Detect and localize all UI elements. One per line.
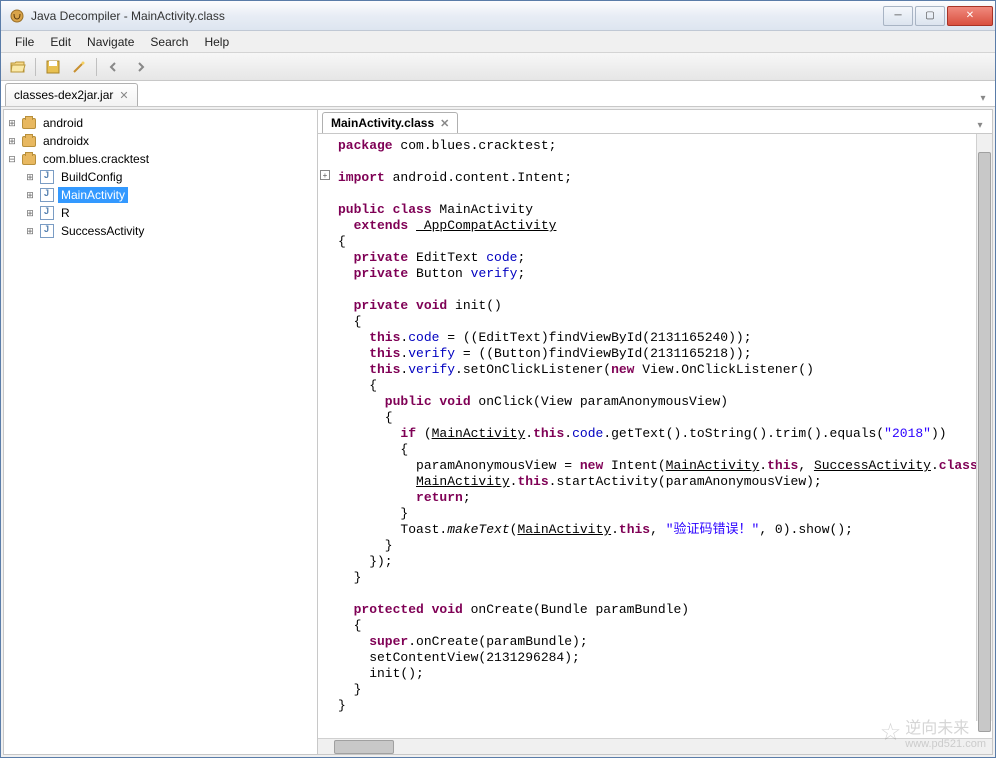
class-icon <box>39 205 55 221</box>
toolbar-separator <box>35 58 36 76</box>
package-icon <box>21 115 37 131</box>
class-icon <box>39 169 55 185</box>
tab-menu-icon[interactable]: ▾ <box>975 90 991 106</box>
code-tab[interactable]: MainActivity.class ✕ <box>322 112 458 133</box>
jar-tab-label: classes-dex2jar.jar <box>14 88 113 102</box>
jar-tab[interactable]: classes-dex2jar.jar ✕ <box>5 83 138 106</box>
jar-tabstrip: classes-dex2jar.jar ✕ ▾ <box>1 81 995 107</box>
code-tab-label: MainActivity.class <box>331 116 434 130</box>
code-content: package com.blues.cracktest; import andr… <box>318 134 992 718</box>
maximize-button[interactable]: ▢ <box>915 6 945 26</box>
content-area: ⊞ android ⊞ androidx ⊟ com.blues.crackte… <box>3 109 993 755</box>
expand-icon[interactable]: ⊞ <box>24 226 36 237</box>
tree-label: SuccessActivity <box>58 223 147 239</box>
expand-icon[interactable]: ⊞ <box>24 190 36 201</box>
toolbar-separator <box>96 58 97 76</box>
package-icon <box>21 151 37 167</box>
titlebar: Java Decompiler - MainActivity.class ─ ▢… <box>1 1 995 31</box>
tree-node-androidx[interactable]: ⊞ androidx <box>6 132 315 150</box>
menubar: File Edit Navigate Search Help <box>1 31 995 53</box>
window-title: Java Decompiler - MainActivity.class <box>31 9 881 23</box>
tree-node-android[interactable]: ⊞ android <box>6 114 315 132</box>
class-icon <box>39 223 55 239</box>
expand-icon[interactable]: ⊞ <box>6 136 18 147</box>
menu-edit[interactable]: Edit <box>42 33 79 51</box>
tree-label: com.blues.cracktest <box>40 151 152 167</box>
tree-node-mainactivity[interactable]: ⊞ MainActivity <box>24 186 315 204</box>
tree-node-r[interactable]: ⊞ R <box>24 204 315 222</box>
menu-navigate[interactable]: Navigate <box>79 33 142 51</box>
expand-icon[interactable]: ⊞ <box>24 172 36 183</box>
code-panel: MainActivity.class ✕ ▾ + package com.blu… <box>318 110 992 754</box>
horizontal-scrollbar[interactable] <box>318 738 992 754</box>
app-icon <box>9 8 25 24</box>
forward-button[interactable] <box>129 56 151 78</box>
collapse-icon[interactable]: ⊟ <box>6 154 18 165</box>
menu-file[interactable]: File <box>7 33 42 51</box>
save-button[interactable] <box>42 56 64 78</box>
tree-node-app-package[interactable]: ⊟ com.blues.cracktest <box>6 150 315 168</box>
back-button[interactable] <box>103 56 125 78</box>
package-icon <box>21 133 37 149</box>
tree-label: BuildConfig <box>58 169 125 185</box>
close-icon[interactable]: ✕ <box>440 117 449 130</box>
source-viewer[interactable]: + package com.blues.cracktest; import an… <box>318 134 992 738</box>
class-icon <box>39 187 55 203</box>
expand-icon[interactable]: ⊞ <box>6 118 18 129</box>
tree-label: android <box>40 115 86 131</box>
open-file-button[interactable] <box>7 56 29 78</box>
menu-search[interactable]: Search <box>142 33 196 51</box>
close-icon[interactable]: ✕ <box>119 89 128 102</box>
tree-label: R <box>58 205 73 221</box>
window-controls: ─ ▢ ✕ <box>881 6 993 26</box>
tree-label: androidx <box>40 133 92 149</box>
vertical-scrollbar[interactable] <box>976 134 992 721</box>
package-tree[interactable]: ⊞ android ⊞ androidx ⊟ com.blues.crackte… <box>4 110 318 754</box>
scrollbar-thumb[interactable] <box>334 740 394 754</box>
tree-label-selected: MainActivity <box>58 187 128 203</box>
tree-node-successactivity[interactable]: ⊞ SuccessActivity <box>24 222 315 240</box>
tab-menu-icon[interactable]: ▾ <box>972 117 988 133</box>
scrollbar-thumb[interactable] <box>978 152 991 732</box>
tree-node-buildconfig[interactable]: ⊞ BuildConfig <box>24 168 315 186</box>
app-window: Java Decompiler - MainActivity.class ─ ▢… <box>0 0 996 758</box>
code-tabstrip: MainActivity.class ✕ ▾ <box>318 110 992 134</box>
minimize-button[interactable]: ─ <box>883 6 913 26</box>
close-button[interactable]: ✕ <box>947 6 993 26</box>
menu-help[interactable]: Help <box>196 33 237 51</box>
expand-icon[interactable]: ⊞ <box>24 208 36 219</box>
wand-button[interactable] <box>68 56 90 78</box>
toolbar <box>1 53 995 81</box>
